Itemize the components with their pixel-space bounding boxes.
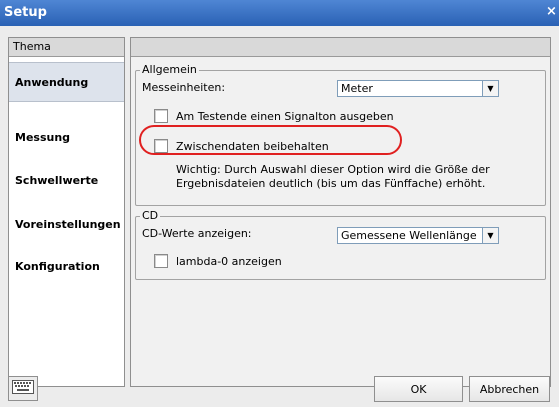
window-title: Setup: [4, 5, 47, 20]
close-icon[interactable]: ×: [546, 4, 559, 19]
panel-header: [131, 38, 550, 57]
cd-values-select-value: Gemessene Wellenlänge: [341, 229, 477, 242]
sidebar-item-label: Schwellwerte: [15, 173, 99, 187]
sidebar-item-label: Voreinstellungen: [15, 217, 121, 231]
units-label: Messeinheiten:: [142, 81, 226, 94]
sidebar: Thema Anwendung Messung Schwellwerte Vor…: [8, 37, 125, 387]
lambda-label[interactable]: lambda-0 anzeigen: [176, 255, 282, 268]
keyboard-icon: [12, 380, 34, 397]
highlight-annotation: [139, 125, 402, 155]
general-legend: Allgemein: [140, 63, 199, 76]
sidebar-item-label: Konfiguration: [15, 259, 100, 273]
warning-note-line1: Wichtig: Durch Auswahl dieser Option wir…: [176, 163, 490, 176]
cd-legend: CD: [140, 209, 161, 222]
cancel-button[interactable]: Abbrechen: [469, 376, 550, 402]
sidebar-item-messung[interactable]: Messung: [9, 117, 124, 157]
units-select[interactable]: Meter ▼: [337, 80, 499, 97]
keyboard-button[interactable]: [8, 376, 38, 401]
sidebar-item-label: Anwendung: [15, 75, 89, 89]
cd-values-label: CD-Werte anzeigen:: [142, 227, 252, 240]
sidebar-item-label: Messung: [15, 130, 71, 144]
beep-checkbox[interactable]: [154, 109, 168, 123]
beep-label[interactable]: Am Testende einen Signalton ausgeben: [176, 110, 394, 123]
sidebar-header: Thema: [9, 38, 124, 57]
setup-dialog: Thema Anwendung Messung Schwellwerte Vor…: [0, 26, 559, 407]
sidebar-item-konfiguration[interactable]: Konfiguration: [9, 246, 124, 286]
chevron-down-icon[interactable]: ▼: [482, 228, 498, 243]
sidebar-item-schwellwerte[interactable]: Schwellwerte: [9, 160, 124, 200]
settings-panel: Allgemein Messeinheiten: Meter ▼ Am Test…: [130, 37, 551, 387]
lambda-checkbox[interactable]: [154, 254, 168, 268]
warning-note-line2: Ergebnisdateien deutlich (bis um das Fün…: [176, 177, 486, 190]
cd-values-select[interactable]: Gemessene Wellenlänge ▼: [337, 227, 499, 244]
cd-group: CD CD-Werte anzeigen: Gemessene Wellenlä…: [135, 209, 546, 280]
chevron-down-icon[interactable]: ▼: [482, 81, 498, 96]
sidebar-item-voreinstellungen[interactable]: Voreinstellungen: [9, 204, 124, 244]
units-select-value: Meter: [341, 82, 373, 95]
sidebar-item-anwendung[interactable]: Anwendung: [9, 62, 124, 102]
title-bar: Setup ×: [0, 0, 559, 26]
dialog-footer: OK Abbrechen: [0, 366, 559, 407]
ok-button[interactable]: OK: [374, 376, 463, 402]
